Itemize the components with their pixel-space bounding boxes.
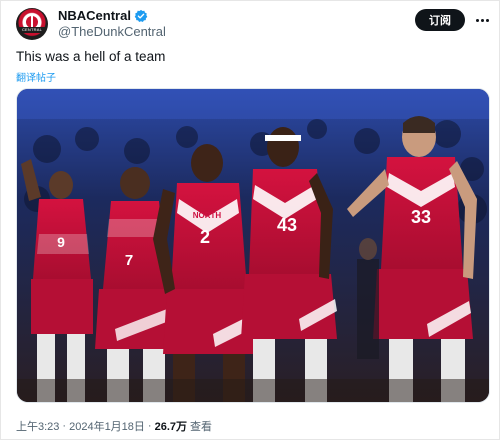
verified-badge-icon	[134, 9, 148, 22]
player-9-number: 9	[57, 234, 65, 250]
translate-post-link[interactable]: 翻译帖子	[16, 69, 56, 84]
player-43-number: 43	[277, 215, 297, 235]
author-name-row: NBACentral	[58, 8, 148, 23]
tweet-time[interactable]: 上午3:23	[16, 418, 59, 434]
author-display-name[interactable]: NBACentral	[58, 8, 131, 23]
author-avatar[interactable]: CENTRAL	[16, 8, 48, 40]
tweet-meta: 上午3:23 · 2024年1月18日 · 26.7万 查看	[16, 418, 212, 434]
view-label: 查看	[190, 421, 213, 433]
avatar-logo-text: CENTRAL	[21, 27, 43, 32]
tweet-photo[interactable]: 9 7 NORTH 2 43 33	[16, 88, 490, 403]
tweet-date[interactable]: 2024年1月18日	[69, 418, 145, 434]
more-options-icon[interactable]	[474, 9, 490, 31]
author-handle[interactable]: @TheDunkCentral	[58, 24, 166, 39]
player-33-number: 33	[411, 207, 431, 227]
player-7-number: 7	[125, 252, 133, 269]
meta-separator: ·	[62, 420, 67, 432]
player-2-number: 2	[200, 227, 210, 247]
player-2-jersey-text: NORTH	[193, 211, 222, 220]
follow-button[interactable]: 订阅	[415, 9, 465, 31]
meta-separator-2: ·	[147, 420, 152, 432]
view-count: 26.7万	[154, 421, 188, 433]
team-photo-illustration: 9 7 NORTH 2 43 33	[17, 89, 489, 402]
tweet-text: This was a hell of a team	[16, 49, 166, 64]
